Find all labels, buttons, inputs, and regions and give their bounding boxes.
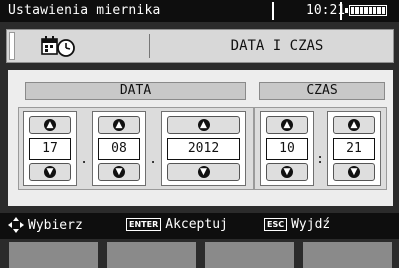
softkey-1[interactable] [9,242,98,268]
softkey-3[interactable] [205,242,294,268]
hour-value[interactable]: 10 [266,138,308,160]
enter-key-icon: ENTER [126,218,162,231]
day-field: ▲ 17 ▼ [23,111,77,186]
window-title: Ustawienia miernika [8,3,161,18]
day-value[interactable]: 17 [29,138,71,160]
year-down-button[interactable]: ▼ [167,163,240,181]
select-hint: Wybierz [8,217,83,233]
minute-field: ▲ 21 ▼ [327,111,381,186]
hint-bar: Wybierz ENTER Akceptuj ESC Wyjdź [0,213,399,239]
settings-screen: Ustawienia miernika 10:21 DATA I CZAS DA… [0,0,399,268]
arrow-up-icon: ▲ [197,119,210,131]
date-separator: . [80,152,88,167]
battery-icon [349,5,387,16]
time-separator: : [316,152,324,167]
esc-hint-label: Wyjdź [291,217,331,232]
arrow-down-icon: ▼ [281,166,293,178]
arrow-up-icon: ▲ [113,119,125,131]
arrow-up-icon: ▲ [281,119,293,131]
arrow-down-icon: ▼ [348,166,360,178]
minute-value[interactable]: 21 [333,138,375,160]
clock-calendar-icon [41,36,75,57]
select-hint-label: Wybierz [28,217,83,233]
esc-key-icon: ESC [264,218,288,231]
hour-field: ▲ 10 ▼ [260,111,314,186]
header-title: DATA I CZAS [230,38,324,54]
minute-down-button[interactable]: ▼ [333,163,375,181]
navigation-arrows-icon [8,217,24,233]
day-down-button[interactable]: ▼ [29,163,71,181]
hour-up-button[interactable]: ▲ [266,116,308,134]
day-up-button[interactable]: ▲ [29,116,71,134]
year-up-button[interactable]: ▲ [167,116,240,134]
arrow-down-icon: ▼ [197,166,210,178]
esc-hint: ESC Wyjdź [264,217,330,232]
month-value[interactable]: 08 [98,138,140,160]
header-notch [9,32,15,60]
section-header: DATA I CZAS [6,29,394,63]
month-field: ▲ 08 ▼ [92,111,146,186]
softkey-4[interactable] [303,242,392,268]
header-divider [149,34,150,58]
arrow-down-icon: ▼ [44,166,56,178]
year-field: ▲ 2012 ▼ [161,111,246,186]
hour-down-button[interactable]: ▼ [266,163,308,181]
status-divider [272,2,274,20]
date-separator: . [149,152,157,167]
enter-hint: ENTER Akceptuj [126,217,228,232]
month-down-button[interactable]: ▼ [98,163,140,181]
date-group-label: DATA [25,82,246,100]
year-value[interactable]: 2012 [167,138,240,160]
status-bar: Ustawienia miernika 10:21 [0,0,399,22]
arrow-up-icon: ▲ [44,119,56,131]
battery-tip [345,8,348,13]
time-group-label: CZAS [259,82,385,100]
softkey-2[interactable] [107,242,196,268]
minute-up-button[interactable]: ▲ [333,116,375,134]
status-divider [340,2,342,20]
month-up-button[interactable]: ▲ [98,116,140,134]
arrow-up-icon: ▲ [348,119,360,131]
enter-hint-label: Akceptuj [165,217,228,232]
arrow-down-icon: ▼ [113,166,125,178]
